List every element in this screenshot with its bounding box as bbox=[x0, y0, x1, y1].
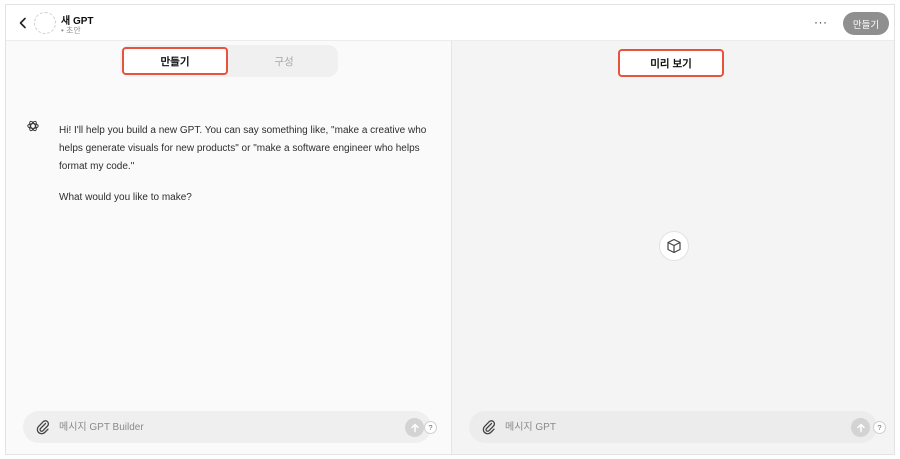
message-paragraph: Hi! I'll help you build a new GPT. You c… bbox=[59, 125, 427, 172]
help-button[interactable]: ? bbox=[873, 421, 886, 434]
preview-message-bar bbox=[469, 411, 877, 443]
preview-pane: 미리 보기 ? bbox=[451, 41, 894, 454]
gpt-editor-window: 새 GPT • 초안 ··· 만들기 만들기 구성 Hi! I'll help … bbox=[5, 4, 895, 455]
preview-label: 미리 보기 bbox=[618, 49, 724, 77]
more-options-button[interactable]: ··· bbox=[814, 15, 828, 29]
builder-message-bar bbox=[23, 411, 431, 443]
openai-logo-icon bbox=[27, 120, 39, 132]
top-bar: 새 GPT • 초안 ··· 만들기 bbox=[6, 5, 894, 41]
builder-pane: 만들기 구성 Hi! I'll help you build a new GPT… bbox=[6, 41, 451, 454]
cube-icon bbox=[667, 238, 681, 254]
create-gpt-button[interactable]: 만들기 bbox=[843, 12, 889, 35]
send-button[interactable] bbox=[851, 418, 870, 437]
draft-status: • 초안 bbox=[61, 26, 81, 35]
message-paragraph: What would you like to make? bbox=[59, 192, 192, 203]
chevron-left-icon bbox=[19, 17, 26, 29]
gpt-avatar[interactable] bbox=[34, 12, 56, 34]
gpt-placeholder-avatar bbox=[659, 231, 689, 261]
mode-switch: 만들기 구성 bbox=[120, 45, 338, 77]
back-button[interactable] bbox=[14, 14, 32, 32]
send-button[interactable] bbox=[405, 418, 424, 437]
paperclip-icon[interactable] bbox=[35, 419, 51, 435]
preview-message-input[interactable] bbox=[505, 419, 835, 435]
tab-configure[interactable]: 구성 bbox=[232, 47, 336, 75]
builder-message-input[interactable] bbox=[59, 419, 389, 435]
arrow-up-icon bbox=[856, 423, 865, 432]
assistant-message: Hi! I'll help you build a new GPT. You c… bbox=[59, 122, 429, 220]
arrow-up-icon bbox=[410, 423, 419, 432]
tab-create[interactable]: 만들기 bbox=[122, 47, 228, 75]
help-button[interactable]: ? bbox=[424, 421, 437, 434]
paperclip-icon[interactable] bbox=[481, 419, 497, 435]
